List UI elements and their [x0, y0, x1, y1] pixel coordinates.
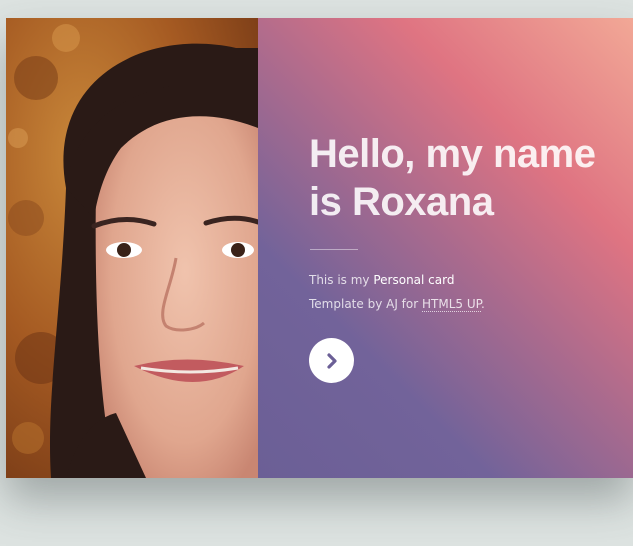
- heading-line-2: is Roxana: [309, 180, 494, 224]
- portrait-image: [6, 18, 258, 478]
- next-button[interactable]: [309, 338, 354, 383]
- page-title: Hello, my name is Roxana: [309, 130, 629, 226]
- intro-text: This is my Personal card: [309, 272, 454, 288]
- personal-card: Hello, my name is Roxana This is my Perso…: [6, 18, 633, 478]
- title-divider: [310, 249, 358, 250]
- chevron-right-icon: [326, 352, 337, 369]
- credit-suffix: .: [480, 297, 485, 311]
- intro-strong: Personal card: [373, 273, 455, 287]
- intro-panel: Hello, my name is Roxana This is my Perso…: [258, 18, 633, 478]
- credit-prefix: Template by AJ for: [309, 297, 422, 311]
- credit-text: Template by AJ for HTML5 UP.: [309, 296, 485, 312]
- heading-line-1: Hello, my name: [309, 132, 596, 176]
- intro-prefix: This is my: [309, 273, 374, 287]
- html5up-link[interactable]: HTML5 UP: [421, 297, 481, 312]
- profile-photo: [6, 18, 258, 478]
